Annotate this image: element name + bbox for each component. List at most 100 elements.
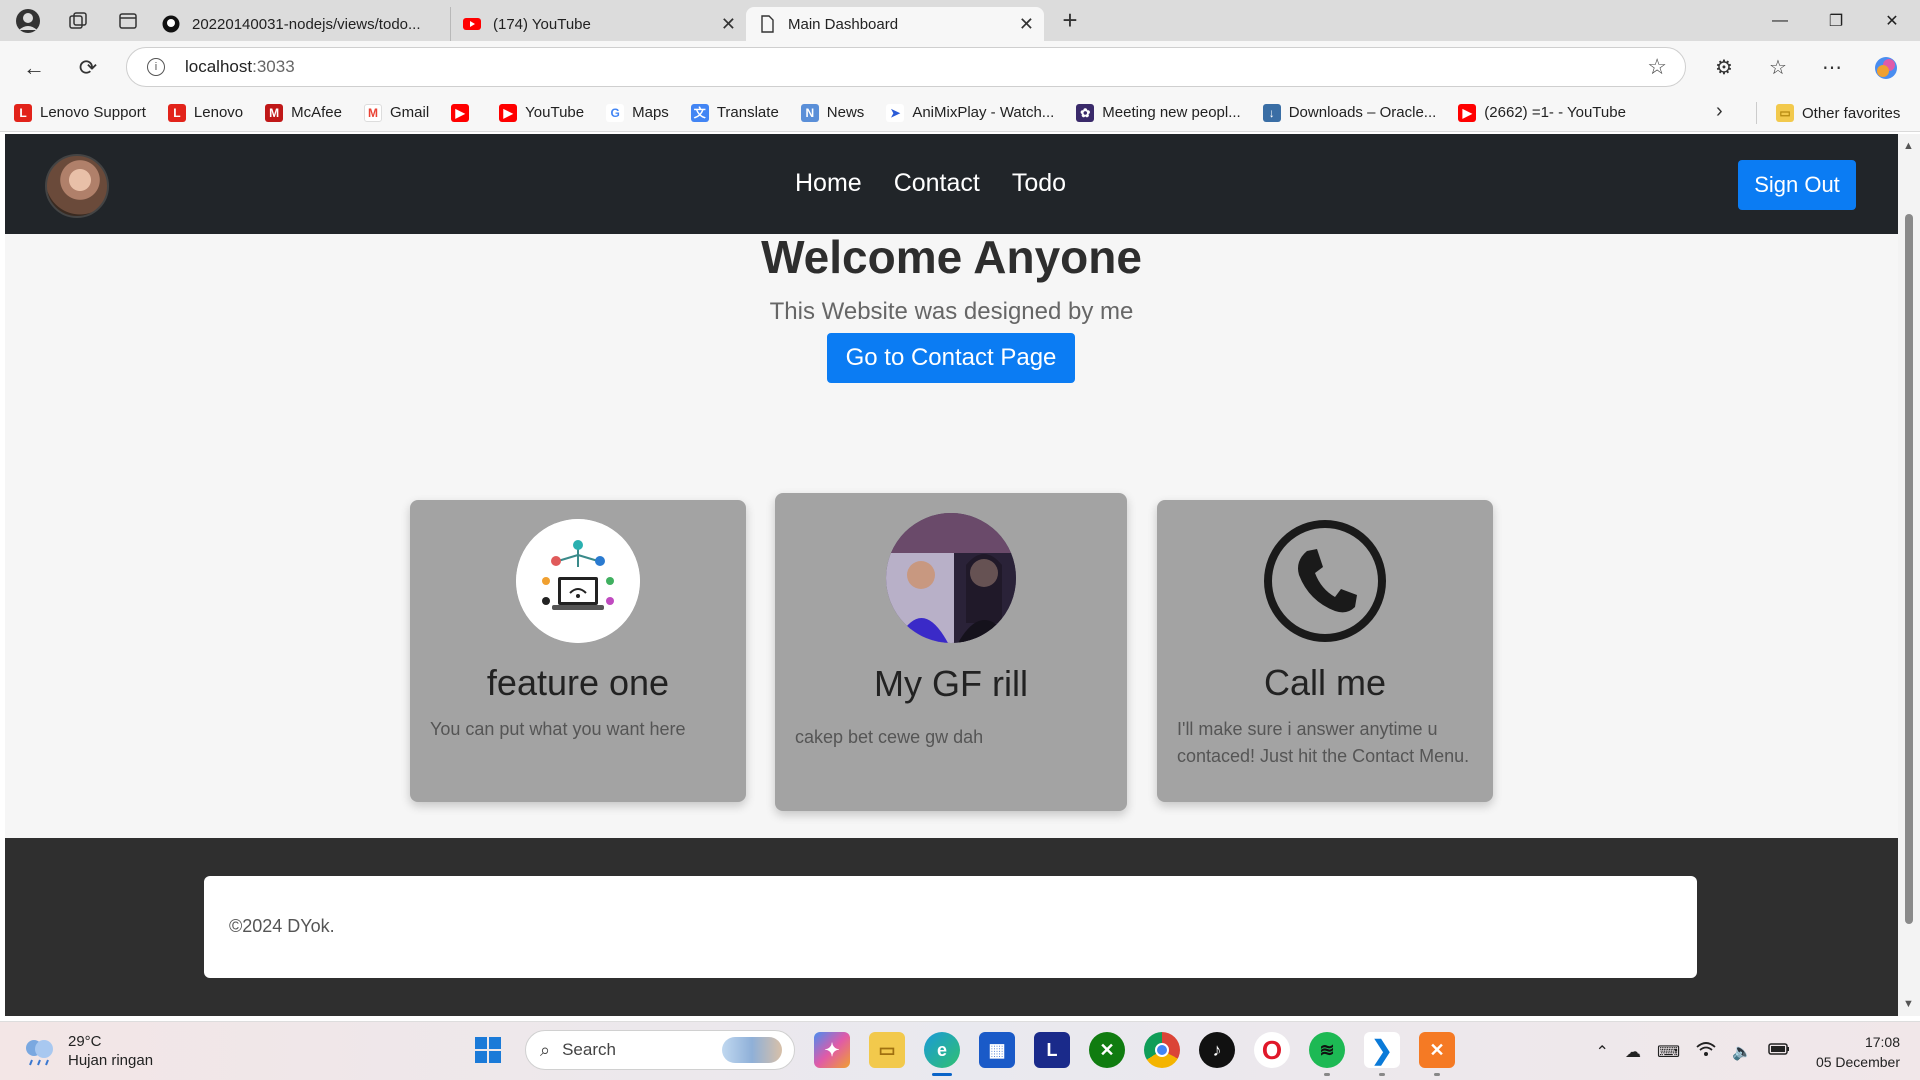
card-title: Call me (1263, 662, 1387, 703)
bookmark-maps[interactable]: G Maps (606, 103, 669, 122)
bookmark-oracle[interactable]: ↓ Downloads – Oracle... (1262, 103, 1436, 122)
other-favorites[interactable]: ▭ Other favorites (1776, 94, 1900, 132)
file-explorer-icon[interactable]: ▭ (869, 1032, 905, 1068)
bookmark-gmail[interactable]: M Gmail (364, 103, 429, 122)
github-icon (162, 15, 180, 33)
chevron-up-icon[interactable]: ⌃ (1596, 1042, 1609, 1062)
address-bar-row: ← ⟳ i localhost:3033 ☆ ⚙ ☆ ⋯ (0, 41, 1920, 94)
search-icon: ⌕ (540, 1039, 551, 1060)
spotify-icon[interactable]: ≋ (1309, 1032, 1345, 1076)
bookmark-lenovo[interactable]: L Lenovo (167, 103, 243, 122)
edge-browser-icon[interactable]: e (924, 1032, 960, 1076)
tab-actions-icon[interactable] (114, 7, 142, 35)
lenovo-icon: L (14, 103, 32, 122)
xampp-icon[interactable]: ✕ (1419, 1032, 1455, 1076)
go-to-contact-button[interactable]: Go to Contact Page (827, 333, 1075, 383)
search-highlight-image (722, 1037, 782, 1063)
battery-icon[interactable] (1768, 1042, 1790, 1061)
scroll-up-icon[interactable]: ▲ (1903, 140, 1914, 152)
folder-icon: ▭ (1776, 104, 1794, 122)
vscode-icon[interactable]: ❯ (1364, 1032, 1400, 1076)
nav-link-home[interactable]: Home (795, 169, 862, 198)
weather-widget[interactable]: 29°C Hujan ringan (22, 1032, 153, 1070)
close-tab-icon[interactable]: ✕ (721, 14, 736, 35)
page-scrollbar[interactable]: ▲ ▼ (1898, 134, 1920, 1016)
avatar[interactable] (45, 154, 109, 218)
bookmark-translate[interactable]: 文 Translate (690, 103, 779, 122)
bookmark-divider (1756, 102, 1757, 124)
tiktok-icon[interactable]: ♪ (1199, 1032, 1235, 1068)
youtube-icon: ▶ (499, 103, 518, 122)
wifi-icon[interactable] (1696, 1041, 1716, 1062)
favorites-icon[interactable]: ☆ (1760, 50, 1796, 86)
tab-label: 20220140031-nodejs/views/todo... (192, 15, 421, 33)
sign-out-button[interactable]: Sign Out (1738, 160, 1856, 210)
site-navbar: Home Contact Todo Sign Out (5, 134, 1898, 234)
translate-icon: 文 (690, 103, 709, 122)
scroll-down-icon[interactable]: ▼ (1903, 998, 1914, 1010)
restore-button[interactable]: ❐ (1808, 0, 1864, 41)
bookmark-lenovo-support[interactable]: L Lenovo Support (14, 103, 146, 122)
card-text: I'll make sure i answer anytime u contac… (1177, 719, 1470, 766)
animix-icon: ➤ (886, 103, 905, 122)
weather-desc: Hujan ringan (68, 1052, 154, 1069)
volume-icon[interactable]: 🔈 (1732, 1042, 1752, 1062)
workspaces-icon[interactable] (64, 7, 92, 35)
onedrive-icon[interactable]: ☁ (1625, 1042, 1641, 1062)
gmail-icon: M (364, 103, 382, 122)
card-title: feature one (486, 662, 670, 703)
youtube-icon: ▶ (451, 103, 470, 122)
minimize-button[interactable]: — (1752, 0, 1808, 41)
card-title: My GF rill (874, 663, 1028, 704)
bookmark-youtube-icon-only[interactable]: ▶ (451, 103, 477, 122)
copilot-icon[interactable]: ✦ (814, 1032, 850, 1068)
copilot-icon[interactable] (1868, 50, 1904, 86)
chrome-icon[interactable] (1144, 1032, 1180, 1068)
windows-start-icon[interactable] (470, 1032, 506, 1068)
more-options-icon[interactable]: ⋯ (1814, 50, 1850, 86)
meeting-icon: ✿ (1076, 103, 1095, 122)
bookmark-mcafee[interactable]: M McAfee (265, 103, 342, 122)
network-laptop-icon (516, 519, 640, 643)
lenovo-vantage-icon[interactable]: L (1034, 1032, 1070, 1068)
refresh-icon[interactable]: ⟳ (68, 48, 108, 88)
bookmark-news[interactable]: N News (800, 103, 864, 122)
back-icon[interactable]: ← (14, 48, 54, 88)
microsoft-store-icon[interactable]: ▦ (979, 1032, 1015, 1068)
tab-main-dashboard[interactable]: Main Dashboard ✕ (746, 7, 1044, 41)
chevron-right-icon[interactable]: › (1716, 100, 1723, 123)
nav-link-contact[interactable]: Contact (894, 169, 980, 198)
search-label: Search (562, 1040, 616, 1059)
page-title: Welcome Anyone (761, 231, 1142, 283)
youtube-icon: ▶ (1458, 103, 1477, 122)
new-tab-button[interactable]: + (1050, 5, 1090, 36)
tab-github[interactable]: 20220140031-nodejs/views/todo... (150, 7, 450, 41)
gf-card: My GF rill cakep bet cewe gw dah (775, 493, 1127, 811)
close-window-button[interactable]: ✕ (1864, 0, 1920, 41)
url-port: :3033 (252, 57, 295, 76)
clock-date: 05 December (1815, 1053, 1900, 1070)
close-tab-icon[interactable]: ✕ (1019, 14, 1034, 35)
site-info-icon[interactable]: i (147, 58, 165, 76)
favorite-star-icon[interactable]: ☆ (1647, 54, 1667, 80)
xbox-icon[interactable]: ✕ (1089, 1032, 1125, 1068)
extensions-icon[interactable]: ⚙ (1706, 50, 1742, 86)
url-text[interactable]: localhost:3033 (185, 57, 295, 77)
opera-icon[interactable]: O (1254, 1032, 1290, 1068)
bookmark-meeting[interactable]: ✿ Meeting new peopl... (1076, 103, 1241, 122)
bookmark-youtube-2662[interactable]: ▶ (2662) =1- - YouTube (1458, 103, 1626, 122)
card-text: cakep bet cewe gw dah (795, 727, 984, 747)
bookmark-youtube[interactable]: ▶ YouTube (499, 103, 584, 122)
clock[interactable]: 17:08 05 December (1816, 1032, 1900, 1072)
scrollbar-thumb[interactable] (1905, 214, 1913, 924)
clock-time: 17:08 (1864, 1033, 1900, 1050)
keyboard-icon[interactable]: ⌨ (1657, 1042, 1680, 1062)
mcafee-icon: M (265, 103, 284, 122)
bookmark-animixplay[interactable]: ➤ AniMixPlay - Watch... (886, 103, 1054, 122)
profile-avatar-icon[interactable] (14, 7, 42, 35)
address-bar[interactable]: i localhost:3033 ☆ (126, 47, 1686, 87)
tab-label: (174) YouTube (493, 15, 591, 33)
tab-youtube[interactable]: (174) YouTube ✕ (450, 7, 746, 41)
taskbar-search[interactable]: ⌕ Search (525, 1030, 795, 1070)
nav-link-todo[interactable]: Todo (1012, 169, 1066, 198)
